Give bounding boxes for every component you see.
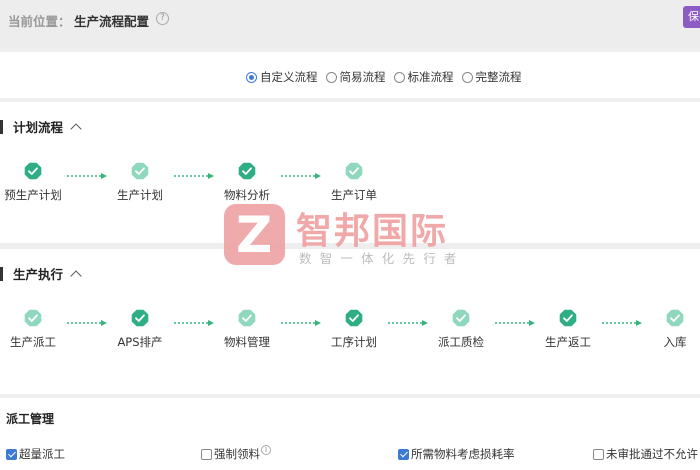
step-check-icon[interactable] xyxy=(345,309,363,327)
flow-mode-radio[interactable]: 简易流程 xyxy=(325,69,386,85)
step-check-icon[interactable] xyxy=(131,162,149,180)
step-label: 预生产计划 xyxy=(4,188,62,202)
exec-flow-panel: 生产执行 生产派工 APS排产 物料管理 工序计划 派工质检 生产返工 入库 xyxy=(0,249,700,394)
dispatch-option[interactable]: 超量派工 xyxy=(6,446,65,462)
checkbox[interactable] xyxy=(398,448,409,460)
step-check-icon[interactable] xyxy=(24,162,42,180)
page-title: 生产流程配置 xyxy=(74,14,150,29)
breadcrumb-label: 当前位置： xyxy=(8,14,71,29)
checkbox[interactable] xyxy=(6,448,17,460)
checkbox[interactable] xyxy=(593,448,604,460)
flow-arrow xyxy=(387,315,428,326)
plan-section-title: 计划流程 xyxy=(13,120,64,135)
dispatch-option[interactable]: 强制领料 i xyxy=(201,445,271,462)
step-label: 生产订单 xyxy=(331,188,377,202)
flow-arrow xyxy=(280,168,321,179)
top-bar: 当前位置： 生产流程配置 ? 保存 xyxy=(0,0,700,48)
radio-button[interactable] xyxy=(393,71,405,83)
radio-label: 完整流程 xyxy=(475,70,522,84)
flow-arrow xyxy=(66,168,107,179)
step-label: 派工质检 xyxy=(438,335,484,349)
step-label: APS排产 xyxy=(117,335,163,349)
step-label: 物料管理 xyxy=(224,335,270,349)
step-check-icon[interactable] xyxy=(345,162,363,180)
question-circle-icon[interactable]: ? xyxy=(156,12,169,25)
plan-flow-panel: 计划流程 预生产计划 生产计划 物料分析 生产订单 xyxy=(0,102,700,243)
exec-section-title: 生产执行 xyxy=(13,267,64,282)
checkbox-label: 未审批通过不允许 xyxy=(606,447,698,461)
step-label: 工序计划 xyxy=(331,335,377,349)
section-marker xyxy=(0,119,3,134)
exec-section-header[interactable]: 生产执行 xyxy=(0,264,82,283)
checkbox-label: 超量派工 xyxy=(19,447,65,461)
flow-mode-radio[interactable]: 标准流程 xyxy=(393,69,454,85)
step-check-icon[interactable] xyxy=(559,309,577,327)
section-marker xyxy=(0,266,3,281)
save-button[interactable]: 保存 xyxy=(683,6,700,28)
checkbox-label: 强制领料 xyxy=(214,447,260,461)
flow-arrow xyxy=(280,315,321,326)
step-check-icon[interactable] xyxy=(24,309,42,327)
radio-button[interactable] xyxy=(325,71,337,83)
step-label: 生产返工 xyxy=(545,335,591,349)
flow-mode-radio[interactable]: 完整流程 xyxy=(461,69,522,85)
flow-arrow xyxy=(601,315,642,326)
radio-button[interactable] xyxy=(461,71,473,83)
dispatch-title: 派工管理 xyxy=(6,412,55,426)
radio-button[interactable] xyxy=(246,71,257,83)
flow-arrow xyxy=(173,168,214,179)
step-label: 生产计划 xyxy=(117,188,163,202)
step-label: 生产派工 xyxy=(10,335,56,349)
step-label: 物料分析 xyxy=(224,188,270,202)
checkbox[interactable] xyxy=(201,448,212,460)
step-check-icon[interactable] xyxy=(238,309,256,327)
flow-mode-radio-group: 自定义流程 简易流程 标准流程 完整流程 xyxy=(246,69,530,85)
radio-label: 标准流程 xyxy=(407,70,454,84)
flow-arrow xyxy=(66,315,107,326)
step-check-icon[interactable] xyxy=(666,309,684,327)
plan-section-header[interactable]: 计划流程 xyxy=(0,117,82,136)
checkbox-label: 所需物料考虑损耗率 xyxy=(411,447,515,461)
flow-arrow xyxy=(173,315,214,326)
step-check-icon[interactable] xyxy=(452,309,470,327)
step-check-icon[interactable] xyxy=(131,309,149,327)
flow-mode-radio[interactable]: 自定义流程 xyxy=(246,69,318,85)
step-check-icon[interactable] xyxy=(238,162,256,180)
radio-label: 自定义流程 xyxy=(260,70,318,84)
flow-arrow xyxy=(494,315,535,326)
radio-label: 简易流程 xyxy=(339,70,386,84)
chevron-up-icon[interactable] xyxy=(70,122,82,135)
dispatch-panel: 派工管理 超量派工 强制领料 i 所需物料考虑损耗率 未审批通过不允许 xyxy=(0,398,700,470)
dispatch-option[interactable]: 未审批通过不允许 xyxy=(593,446,698,462)
dispatch-option[interactable]: 所需物料考虑损耗率 xyxy=(398,446,515,462)
step-label: 入库 xyxy=(663,335,687,349)
chevron-up-icon[interactable] xyxy=(70,269,82,282)
flow-mode-panel: 自定义流程 简易流程 标准流程 完整流程 xyxy=(0,52,700,98)
info-circle-icon[interactable]: i xyxy=(261,445,271,455)
